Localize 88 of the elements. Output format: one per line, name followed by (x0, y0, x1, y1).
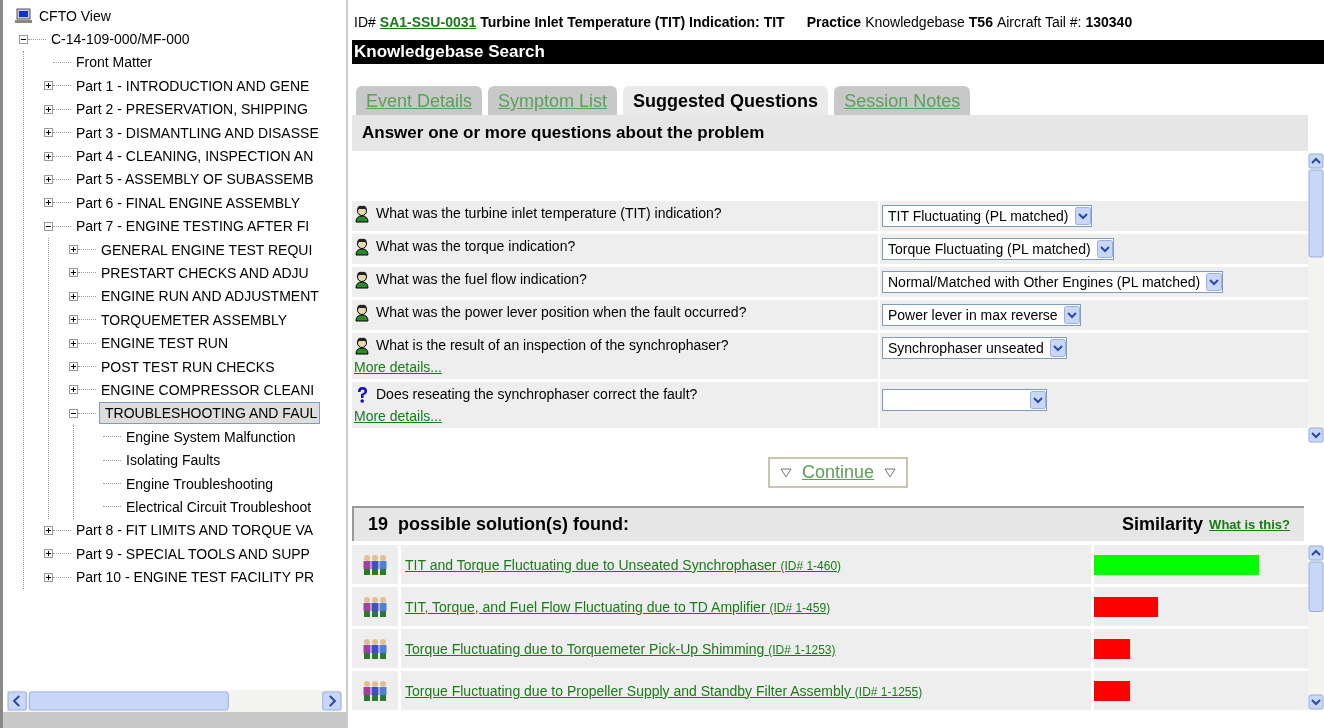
knowledgebase-value: T56 (968, 14, 993, 30)
collapse-icon[interactable] (19, 34, 28, 44)
people-icon (361, 678, 389, 703)
tail-label: Aircraft Tail #: (996, 14, 1082, 30)
question-text: What was the fuel flow indication? (376, 271, 587, 287)
expand-icon[interactable] (69, 291, 78, 301)
expand-icon[interactable] (44, 128, 53, 138)
tab[interactable]: Suggested Questions (623, 86, 829, 115)
expand-icon[interactable] (44, 104, 53, 114)
solution-count: 19 (368, 514, 389, 535)
people-icon (361, 594, 389, 619)
person-icon (354, 304, 370, 322)
tree-root[interactable]: CFTO View (37, 6, 113, 25)
tree-item[interactable]: Isolating Faults (124, 451, 223, 470)
tree-item[interactable]: ENGINE RUN AND ADJUSTMENT (99, 287, 321, 306)
tree-item[interactable]: TROUBLESHOOTING AND FAUL (99, 402, 321, 425)
expand-icon[interactable] (44, 198, 53, 208)
tree-item[interactable]: GENERAL ENGINE TEST REQUI (99, 240, 315, 259)
expand-icon[interactable] (69, 385, 78, 395)
person-icon (354, 238, 370, 256)
tree-item[interactable]: Engine System Malfunction (124, 427, 298, 446)
answer-dropdown[interactable]: Synchrophaser unseated (882, 337, 1067, 359)
person-icon (354, 205, 370, 223)
section-title: Knowledgebase Search (352, 40, 1324, 64)
tree-item[interactable]: Part 8 - FIT LIMITS AND TORQUE VA (74, 521, 315, 540)
answer-dropdown[interactable]: Power lever in max reverse (882, 304, 1081, 326)
tree-item[interactable]: Front Matter (74, 53, 155, 72)
tree-item[interactable]: C-14-109-000/MF-000 (49, 30, 192, 49)
collapse-icon[interactable] (69, 408, 78, 418)
answer-dropdown[interactable]: TIT Fluctuating (PL matched) (882, 205, 1092, 227)
expand-icon[interactable] (44, 151, 53, 161)
expand-icon[interactable] (69, 245, 78, 255)
expand-icon[interactable] (44, 174, 53, 184)
tail-number: 130340 (1085, 14, 1133, 30)
expand-icon[interactable] (44, 525, 53, 535)
tree-item[interactable]: ENGINE COMPRESSOR CLEANI (99, 380, 317, 399)
tree-item[interactable]: Part 2 - PRESERVATION, SHIPPING (74, 100, 310, 119)
tree-item[interactable]: Part 9 - SPECIAL TOOLS AND SUPP (74, 544, 312, 563)
triangle-icon (779, 467, 792, 478)
expand-icon[interactable] (69, 315, 78, 325)
people-icon (361, 636, 389, 661)
similarity-label: Similarity (1122, 514, 1204, 535)
help-link[interactable]: What is this? (1209, 517, 1290, 532)
solutions-heading: possible solution(s) found: (398, 514, 630, 535)
expand-icon[interactable] (69, 338, 78, 348)
tree-item[interactable]: Electrical Circuit Troubleshoot (124, 497, 314, 516)
tree-item[interactable]: Part 6 - FINAL ENGINE ASSEMBLY (74, 193, 303, 212)
expand-icon[interactable] (69, 362, 78, 372)
person-icon (354, 337, 370, 355)
tree-item[interactable]: Engine Troubleshooting (124, 474, 276, 493)
question-text: What is the result of an inspection of the synchrophaser? (376, 337, 729, 353)
expand-icon[interactable] (44, 81, 53, 91)
id-label: ID# (354, 14, 376, 30)
triangle-icon (884, 467, 897, 478)
tree-item[interactable]: Part 7 - ENGINE TESTING AFTER FI (74, 217, 312, 236)
more-details-link[interactable]: More details... (354, 359, 442, 375)
tree-item[interactable]: Part 5 - ASSEMBLY OF SUBASSEMB (74, 170, 316, 189)
people-icon (361, 552, 389, 577)
scrollbar[interactable] (1308, 153, 1324, 443)
question-text: What was the turbine inlet temperature (TIT) indication? (376, 205, 722, 221)
mode-label: Practice (806, 14, 862, 30)
question-text: What was the power lever position when the fault occurred? (376, 304, 747, 320)
panel-heading: Answer one or more questions about the problem (352, 115, 1308, 151)
tree-item[interactable]: ENGINE TEST RUN (99, 334, 231, 353)
expand-icon[interactable] (44, 549, 53, 559)
tree-item[interactable]: Part 4 - CLEANING, INSPECTION AN (74, 147, 316, 166)
event-title: Turbine Inlet Temperature (TIT) Indication: TIT (480, 14, 785, 30)
scrollbar[interactable] (1308, 545, 1324, 710)
person-icon (354, 271, 370, 289)
computer-icon (15, 7, 33, 24)
collapse-icon[interactable] (44, 221, 53, 231)
tree-item[interactable]: Part 1 - INTRODUCTION AND GENE (74, 76, 312, 95)
more-details-link[interactable]: More details... (354, 408, 442, 424)
scrollbar[interactable] (7, 690, 342, 712)
question-text: Does reseating the synchrophaser correct the fault? (376, 386, 698, 402)
tree-item[interactable]: Part 3 - DISMANTLING AND DISASSE (74, 123, 321, 142)
tree-item[interactable]: Part 10 - ENGINE TEST FACILITY PR (74, 568, 317, 587)
tree-item[interactable]: PRESTART CHECKS AND ADJU (99, 264, 311, 282)
tree-item[interactable]: POST TEST RUN CHECKS (99, 357, 277, 376)
answer-dropdown[interactable]: Normal/Matched with Other Engines (PL matched) (882, 271, 1224, 293)
knowledgebase-label: Knowledgebase (865, 14, 965, 30)
expand-icon[interactable] (69, 268, 78, 278)
tree-item[interactable]: TORQUEMETER ASSEMBLY (99, 310, 290, 329)
id-link[interactable]: SA1-SSU-0031 (379, 14, 477, 30)
question-text: What was the torque indication? (376, 238, 576, 254)
expand-icon[interactable] (44, 572, 53, 582)
answer-dropdown[interactable]: Torque Fluctuating (PL matched) (882, 238, 1114, 260)
answer-dropdown[interactable] (882, 389, 1047, 411)
